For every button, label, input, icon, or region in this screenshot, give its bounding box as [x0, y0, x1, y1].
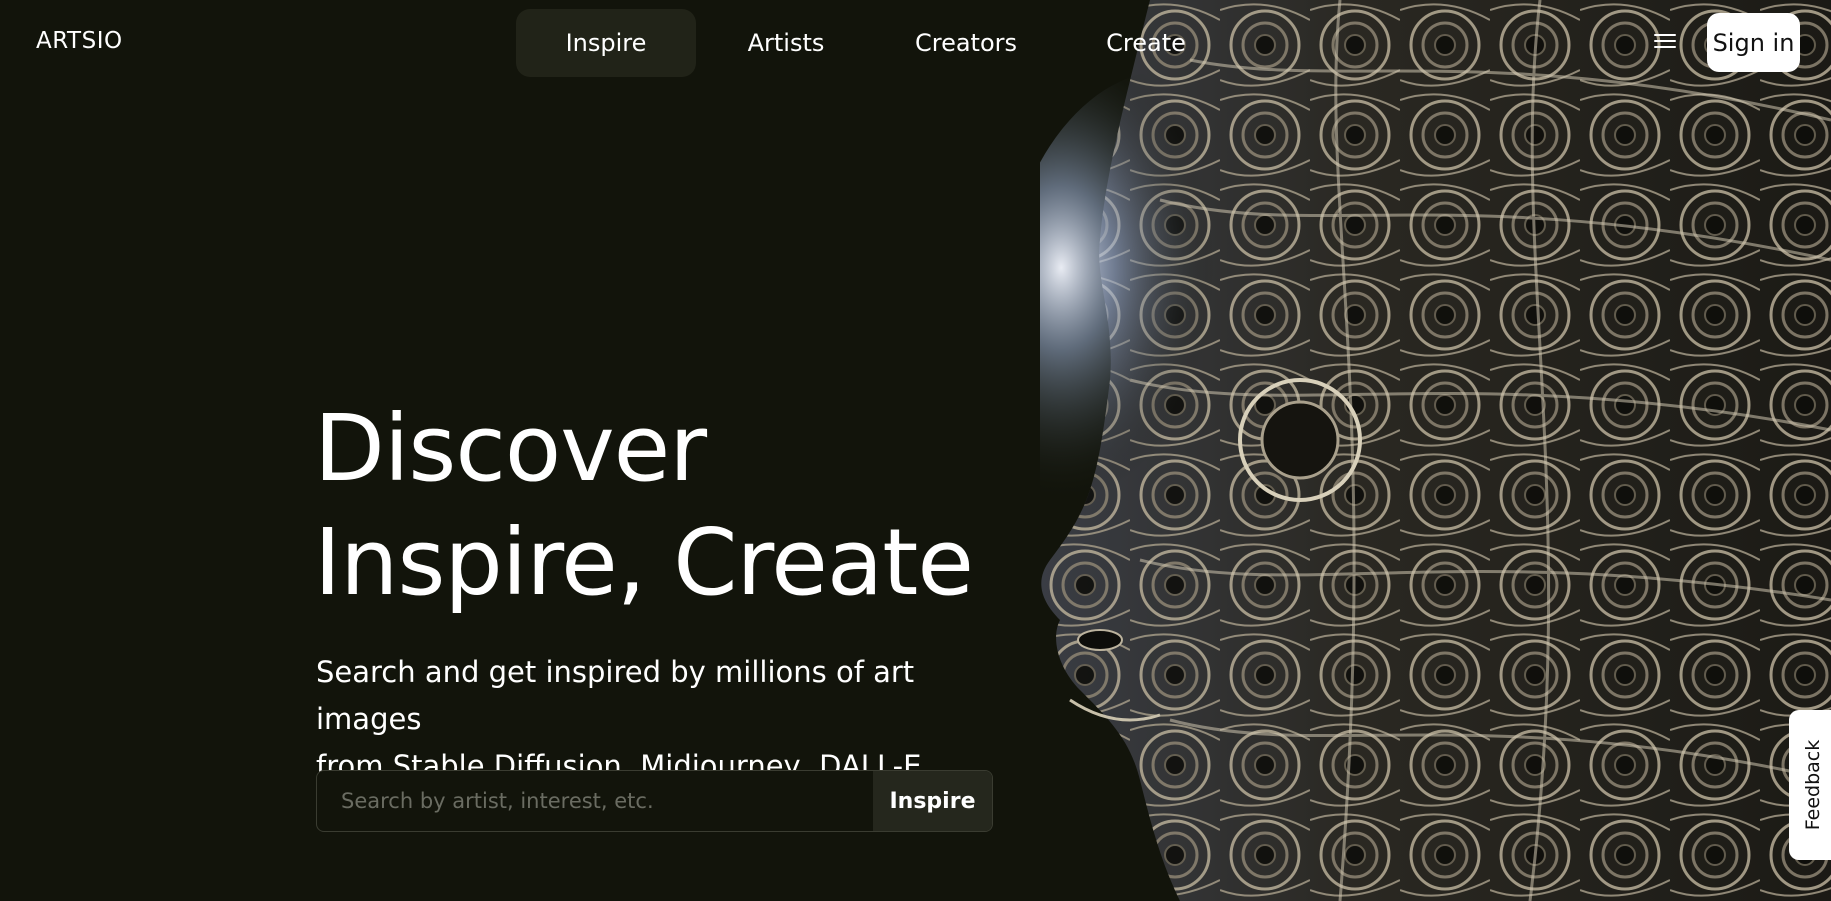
feedback-label: Feedback [1802, 739, 1824, 831]
nav-item-artists[interactable]: Artists [696, 9, 876, 77]
hero-headline-line2: Inspire, Create [314, 509, 974, 616]
hamburger-menu-icon[interactable] [1652, 30, 1678, 52]
sign-in-button[interactable]: Sign in [1707, 13, 1800, 72]
search-bar: Inspire [316, 770, 993, 832]
nav-item-inspire[interactable]: Inspire [516, 9, 696, 77]
inspire-search-button[interactable]: Inspire [873, 771, 992, 831]
hero-headline-line1: Discover [314, 395, 707, 502]
search-input[interactable] [317, 771, 873, 831]
hero-subheading: Search and get inspired by millions of a… [316, 649, 1016, 790]
nav-item-create[interactable]: Create [1056, 9, 1236, 77]
hero-headline: Discover Inspire, Create [314, 392, 974, 620]
hero-face-artwork [1040, 0, 1831, 901]
brand-logo[interactable]: ARTSIO [36, 28, 123, 54]
feedback-tab[interactable]: Feedback [1789, 710, 1831, 860]
main-nav: Inspire Artists Creators Create [516, 9, 1236, 77]
landing-page: ARTSIO Inspire Artists Creators Create S… [0, 0, 1831, 901]
hero-subheading-line1: Search and get inspired by millions of a… [316, 655, 915, 736]
nav-item-creators[interactable]: Creators [876, 9, 1056, 77]
face-profile-image [1040, 0, 1831, 901]
